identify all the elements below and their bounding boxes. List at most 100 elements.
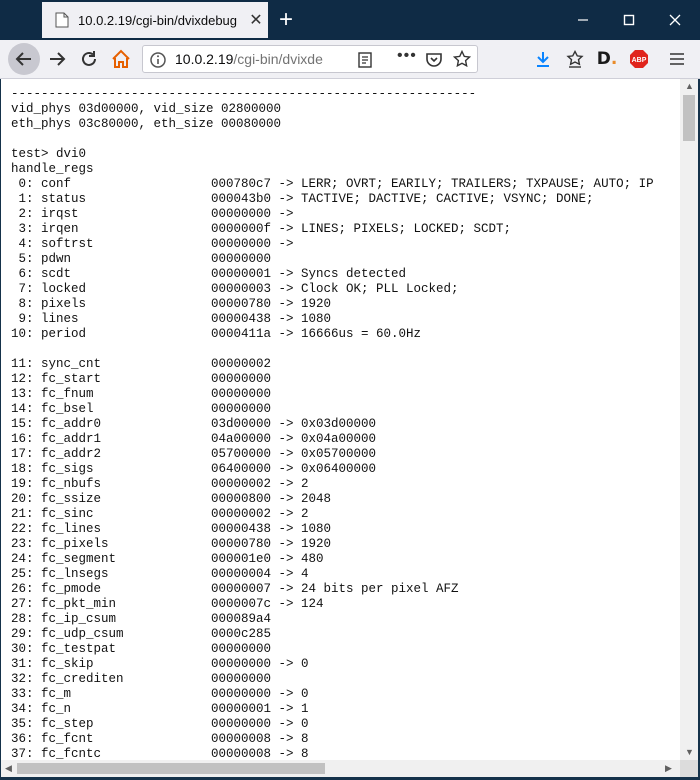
- download-button[interactable]: [528, 44, 558, 74]
- register-label: 18: fc_sigs: [11, 462, 94, 476]
- url-path: /cgi-bin/dvixde: [233, 51, 323, 67]
- register-label: 5: pdwn: [11, 252, 72, 266]
- horizontal-scroll-thumb[interactable]: [17, 763, 325, 774]
- register-row: 11: sync_cnt 00000002: [1, 357, 680, 372]
- register-value: 00000000 ->: [211, 207, 294, 221]
- register-row: 33: fc_m 00000000 -> 0: [1, 687, 680, 702]
- adblock-button[interactable]: ABP: [624, 44, 654, 74]
- reload-button[interactable]: [74, 44, 104, 74]
- register-value: 00000001 -> 1: [211, 702, 309, 716]
- register-label: 33: fc_m: [11, 687, 72, 701]
- register-value: 000089a4: [211, 612, 272, 626]
- forward-button[interactable]: [42, 44, 72, 74]
- info-icon: [150, 52, 166, 68]
- register-row: 34: fc_n 00000001 -> 1: [1, 702, 680, 717]
- register-row: 2: irqst 00000000 ->: [1, 207, 680, 222]
- register-row: 1: status 000043b0 -> TACTIVE; DACTIVE; C…: [1, 192, 680, 207]
- page-actions-icon[interactable]: •••: [397, 47, 417, 65]
- register-value: 0000c285: [211, 627, 272, 641]
- register-row: 22: fc_lines 00000438 -> 1080: [1, 522, 680, 537]
- address-bar[interactable]: 10.0.2.19/cgi-bin/dvixde •••: [142, 45, 478, 73]
- tab-close-button[interactable]: ✕: [244, 8, 268, 32]
- register-label: 7: locked: [11, 282, 87, 296]
- scroll-left-icon[interactable]: ◀: [5, 763, 12, 774]
- register-label: 8: pixels: [11, 297, 87, 311]
- register-label: 12: fc_start: [11, 372, 102, 386]
- register-label: 27: fc_pkt_min: [11, 597, 117, 611]
- register-label: 28: fc_ip_csum: [11, 612, 117, 626]
- register-value: 00000780 -> 1920: [211, 537, 332, 551]
- home-button[interactable]: [106, 44, 136, 74]
- dashlane-button[interactable]: D.: [592, 44, 622, 74]
- register-value: 000043b0 -> TACTIVE; DACTIVE; CACTIVE; V…: [211, 192, 594, 206]
- close-window-button[interactable]: [652, 0, 698, 40]
- scroll-up-icon[interactable]: ▲: [685, 81, 694, 91]
- register-value: 00000004 -> 4: [211, 567, 309, 581]
- register-row: 26: fc_pmode 00000007 -> 24 bits per pixe…: [1, 582, 680, 597]
- register-row: 9: lines 00000438 -> 1080: [1, 312, 680, 327]
- nav-toolbar: 10.0.2.19/cgi-bin/dvixde ••• D. ABP: [0, 40, 700, 79]
- scrollbar-corner: [680, 760, 698, 777]
- register-row: 30: fc_testpat 00000000: [1, 642, 680, 657]
- scroll-right-icon[interactable]: ▶: [665, 763, 672, 774]
- register-value: 00000007 -> 24 bits per pixel AFZ: [211, 582, 459, 596]
- register-row: 23: fc_pixels 00000780 -> 1920: [1, 537, 680, 552]
- register-value: 0000411a -> 16666us = 60.0Hz: [211, 327, 422, 341]
- register-label: 24: fc_segment: [11, 552, 117, 566]
- register-label: 19: fc_nbufs: [11, 477, 102, 491]
- register-label: 23: fc_pixels: [11, 537, 109, 551]
- vertical-scroll-thumb[interactable]: [683, 95, 695, 141]
- register-label: 20: fc_ssize: [11, 492, 102, 506]
- eth-info-line: eth_phys 03c80000, eth_size 00080000: [11, 117, 282, 131]
- register-value: 0000007c -> 124: [211, 597, 324, 611]
- register-label: 34: fc_n: [11, 702, 72, 716]
- maximize-button[interactable]: [606, 0, 652, 40]
- new-tab-button[interactable]: +: [272, 6, 300, 34]
- register-label: 2: irqst: [11, 207, 79, 221]
- register-value: 00000000: [211, 672, 272, 686]
- register-row: 16: fc_addr1 04a00000 -> 0x04a00000: [1, 432, 680, 447]
- register-value: 00000003 -> Clock OK; PLL Locked;: [211, 282, 459, 296]
- register-row: 21: fc_sinc 00000002 -> 2: [1, 507, 680, 522]
- register-row: 36: fc_fcnt 00000008 -> 8: [1, 732, 680, 747]
- back-button[interactable]: [8, 43, 40, 75]
- download-icon: [537, 52, 549, 67]
- register-value: 00000780 -> 1920: [211, 297, 332, 311]
- bookmark-button[interactable]: [560, 44, 590, 74]
- register-label: 10: period: [11, 327, 87, 341]
- url-host: 10.0.2.19: [175, 51, 234, 67]
- svg-text:ABP: ABP: [632, 57, 647, 64]
- register-label: 21: fc_sinc: [11, 507, 94, 521]
- tab-dvixdebug[interactable]: 10.0.2.19/cgi-bin/dvixdebug ✕: [42, 2, 268, 38]
- bookmark-icon: [566, 50, 584, 68]
- scroll-down-icon[interactable]: ▼: [685, 747, 694, 757]
- pocket-icon: [426, 53, 442, 67]
- menu-button[interactable]: [662, 44, 692, 74]
- minimize-icon: [578, 19, 588, 21]
- register-row: 24: fc_segment 000001e0 -> 480: [1, 552, 680, 567]
- register-row: 27: fc_pkt_min 0000007c -> 124: [1, 597, 680, 612]
- url-text[interactable]: 10.0.2.19/cgi-bin/dvixde: [175, 51, 335, 67]
- register-group-framecap: 11: sync_cnt 00000002 12: fc_start 00000000…: [1, 357, 680, 760]
- minimize-button[interactable]: [560, 0, 606, 40]
- home-icon: [112, 49, 130, 68]
- register-row: 13: fc_fnum 00000000: [1, 387, 680, 402]
- tab-title: 10.0.2.19/cgi-bin/dvixdebug: [78, 12, 238, 28]
- back-icon: [15, 52, 31, 66]
- register-row: 0: conf 000780c7 -> LERR; OVRT; EARILY; T…: [1, 177, 680, 192]
- register-row: 6: scdt 00000001 -> Syncs detected: [1, 267, 680, 282]
- register-row: 10: period 0000411a -> 16666us = 60.0Hz: [1, 327, 680, 342]
- register-label: 35: fc_step: [11, 717, 94, 731]
- register-label: 16: fc_addr1: [11, 432, 102, 446]
- register-row: 12: fc_start 00000000: [1, 372, 680, 387]
- register-row: 32: fc_crediten 00000000: [1, 672, 680, 687]
- register-label: 31: fc_skip: [11, 657, 94, 671]
- register-value: 06400000 -> 0x06400000: [211, 462, 377, 476]
- separator-line: ----------------------------------------…: [1, 87, 680, 102]
- menu-icon: [670, 53, 684, 65]
- reload-icon: [82, 51, 96, 66]
- vertical-scrollbar[interactable]: ▲ ▼: [680, 79, 698, 760]
- register-row: 31: fc_skip 00000000 -> 0: [1, 657, 680, 672]
- tab-bar: 10.0.2.19/cgi-bin/dvixdebug ✕ +: [0, 0, 700, 40]
- horizontal-scrollbar[interactable]: ◀ ▶: [1, 760, 680, 777]
